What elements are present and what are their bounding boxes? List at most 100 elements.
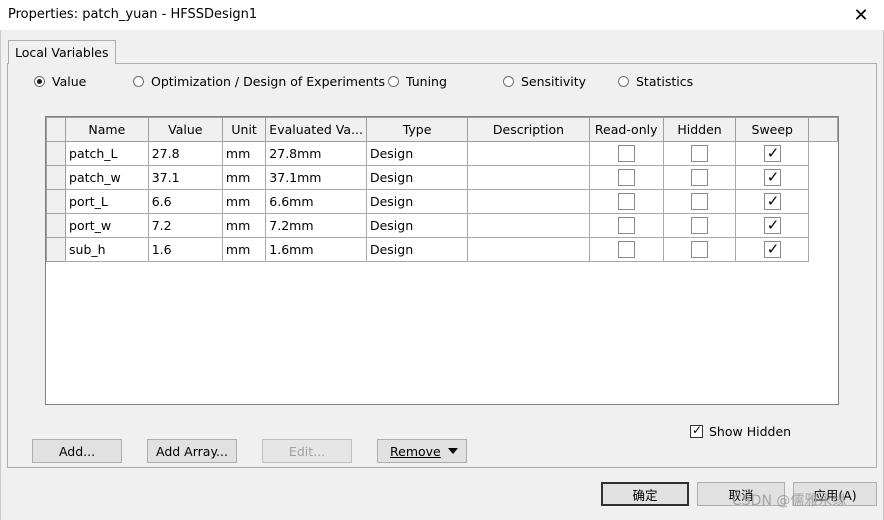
cell-evaluated[interactable]: 37.1mm <box>265 165 367 190</box>
radio-value[interactable]: Value <box>34 74 86 89</box>
cell-hidden <box>662 141 737 166</box>
column-header-description[interactable]: Description <box>467 117 590 142</box>
hidden-checkbox[interactable] <box>691 193 708 210</box>
cell-type[interactable]: Design <box>365 237 469 262</box>
table-row[interactable]: sub_h 1.6 mm 1.6mm Design <box>45 237 838 262</box>
cell-unit[interactable]: mm <box>221 237 267 262</box>
filler-cell <box>808 165 838 190</box>
column-header-evaluated-value[interactable]: Evaluated Va... <box>265 117 367 142</box>
cell-value[interactable]: 7.2 <box>147 213 223 238</box>
column-header-read-only[interactable]: Read-only <box>588 117 664 142</box>
close-icon[interactable]: ✕ <box>838 0 884 30</box>
remove-button[interactable]: Remove <box>377 439 467 463</box>
cell-evaluated[interactable]: 1.6mm <box>265 237 367 262</box>
cell-evaluated[interactable]: 27.8mm <box>265 141 367 166</box>
show-hidden-label: Show Hidden <box>709 424 792 439</box>
cell-name[interactable]: port_w <box>65 213 149 238</box>
tab-label: Local Variables <box>15 45 109 60</box>
row-header-cell[interactable] <box>45 237 67 262</box>
radio-statistics[interactable]: Statistics <box>618 74 693 89</box>
cell-type[interactable]: Design <box>365 213 469 238</box>
cell-unit[interactable]: mm <box>221 213 267 238</box>
tab-local-variables[interactable]: Local Variables <box>8 40 116 64</box>
sweep-checkbox[interactable] <box>763 192 781 210</box>
sweep-checkbox[interactable] <box>763 240 781 258</box>
cell-description[interactable] <box>467 237 590 262</box>
table-row[interactable]: port_w 7.2 mm 7.2mm Design <box>45 213 838 238</box>
hidden-checkbox[interactable] <box>691 145 708 162</box>
cell-description[interactable] <box>467 141 590 166</box>
radio-button-icon <box>34 76 45 87</box>
cell-value[interactable]: 37.1 <box>147 165 223 190</box>
radio-label: Optimization / Design of Experiments <box>151 74 386 89</box>
cell-type[interactable]: Design <box>365 189 469 214</box>
sweep-checkbox[interactable] <box>763 216 781 234</box>
cell-type[interactable]: Design <box>365 165 469 190</box>
cell-type[interactable]: Design <box>365 141 469 166</box>
cell-name[interactable]: patch_L <box>65 141 149 166</box>
cell-read-only <box>588 237 664 262</box>
cell-evaluated[interactable]: 6.6mm <box>265 189 367 214</box>
remove-label: Remove <box>390 443 441 459</box>
cell-description[interactable] <box>467 189 590 214</box>
radio-sensitivity[interactable]: Sensitivity <box>503 74 586 89</box>
cell-evaluated[interactable]: 7.2mm <box>265 213 367 238</box>
read-only-checkbox[interactable] <box>617 217 635 234</box>
cell-name[interactable]: patch_w <box>65 165 149 190</box>
radio-tuning[interactable]: Tuning <box>388 74 447 89</box>
radio-button-icon <box>388 76 399 87</box>
add-button[interactable]: Add... <box>32 439 122 463</box>
cell-name[interactable]: port_L <box>65 189 149 214</box>
sweep-checkbox[interactable] <box>763 144 781 162</box>
cell-unit[interactable]: mm <box>221 189 267 214</box>
column-header-sweep[interactable]: Sweep <box>735 117 810 142</box>
cell-value[interactable]: 27.8 <box>147 141 223 166</box>
radio-label: Value <box>52 74 87 89</box>
hidden-checkbox[interactable] <box>691 217 708 234</box>
column-header-filler <box>808 117 838 142</box>
column-header-type[interactable]: Type <box>365 117 469 142</box>
row-header-cell[interactable] <box>45 213 67 238</box>
edit-button[interactable]: Edit... <box>262 439 352 463</box>
cell-unit[interactable]: mm <box>221 141 267 166</box>
cell-hidden <box>662 189 737 214</box>
radio-button-icon <box>133 76 144 87</box>
hidden-checkbox[interactable] <box>691 169 708 186</box>
read-only-checkbox[interactable] <box>617 241 635 258</box>
filler-cell <box>808 237 838 262</box>
show-hidden-checkbox[interactable]: Show Hidden <box>690 423 792 439</box>
hidden-checkbox[interactable] <box>691 241 708 258</box>
variables-grid[interactable]: Name Value Unit Evaluated Va... Type Des… <box>45 116 839 405</box>
row-header-cell[interactable] <box>45 141 67 166</box>
row-header-cell[interactable] <box>45 165 67 190</box>
table-row[interactable]: port_L 6.6 mm 6.6mm Design <box>45 189 838 214</box>
read-only-checkbox[interactable] <box>617 169 635 186</box>
table-row[interactable]: patch_L 27.8 mm 27.8mm Design <box>45 141 838 166</box>
row-header-cell[interactable] <box>45 189 67 214</box>
column-header-value[interactable]: Value <box>147 117 223 142</box>
checkbox-icon <box>690 423 703 438</box>
filler-cell <box>808 189 838 214</box>
dropdown-arrow-icon[interactable] <box>448 448 458 454</box>
cell-name[interactable]: sub_h <box>65 237 149 262</box>
window-title: Properties: patch_yuan - HFSSDesign1 <box>8 7 258 22</box>
add-array-button[interactable]: Add Array... <box>147 439 237 463</box>
radio-optimization-doe[interactable]: Optimization / Design of Experiments <box>133 74 385 89</box>
cell-value[interactable]: 1.6 <box>147 237 223 262</box>
column-header-unit[interactable]: Unit <box>221 117 267 142</box>
table-row[interactable]: patch_w 37.1 mm 37.1mm Design <box>45 165 838 190</box>
cell-hidden <box>662 165 737 190</box>
read-only-checkbox[interactable] <box>617 145 635 162</box>
cell-value[interactable]: 6.6 <box>147 189 223 214</box>
cell-unit[interactable]: mm <box>221 165 267 190</box>
sweep-checkbox[interactable] <box>763 168 781 186</box>
radio-label: Tuning <box>406 74 447 89</box>
cell-sweep <box>735 189 810 214</box>
cell-description[interactable] <box>467 213 590 238</box>
column-header-hidden[interactable]: Hidden <box>662 117 737 142</box>
cell-read-only <box>588 213 664 238</box>
column-header-name[interactable]: Name <box>65 117 149 142</box>
ok-button[interactable]: 确定 <box>601 482 689 506</box>
cell-description[interactable] <box>467 165 590 190</box>
read-only-checkbox[interactable] <box>617 193 635 210</box>
